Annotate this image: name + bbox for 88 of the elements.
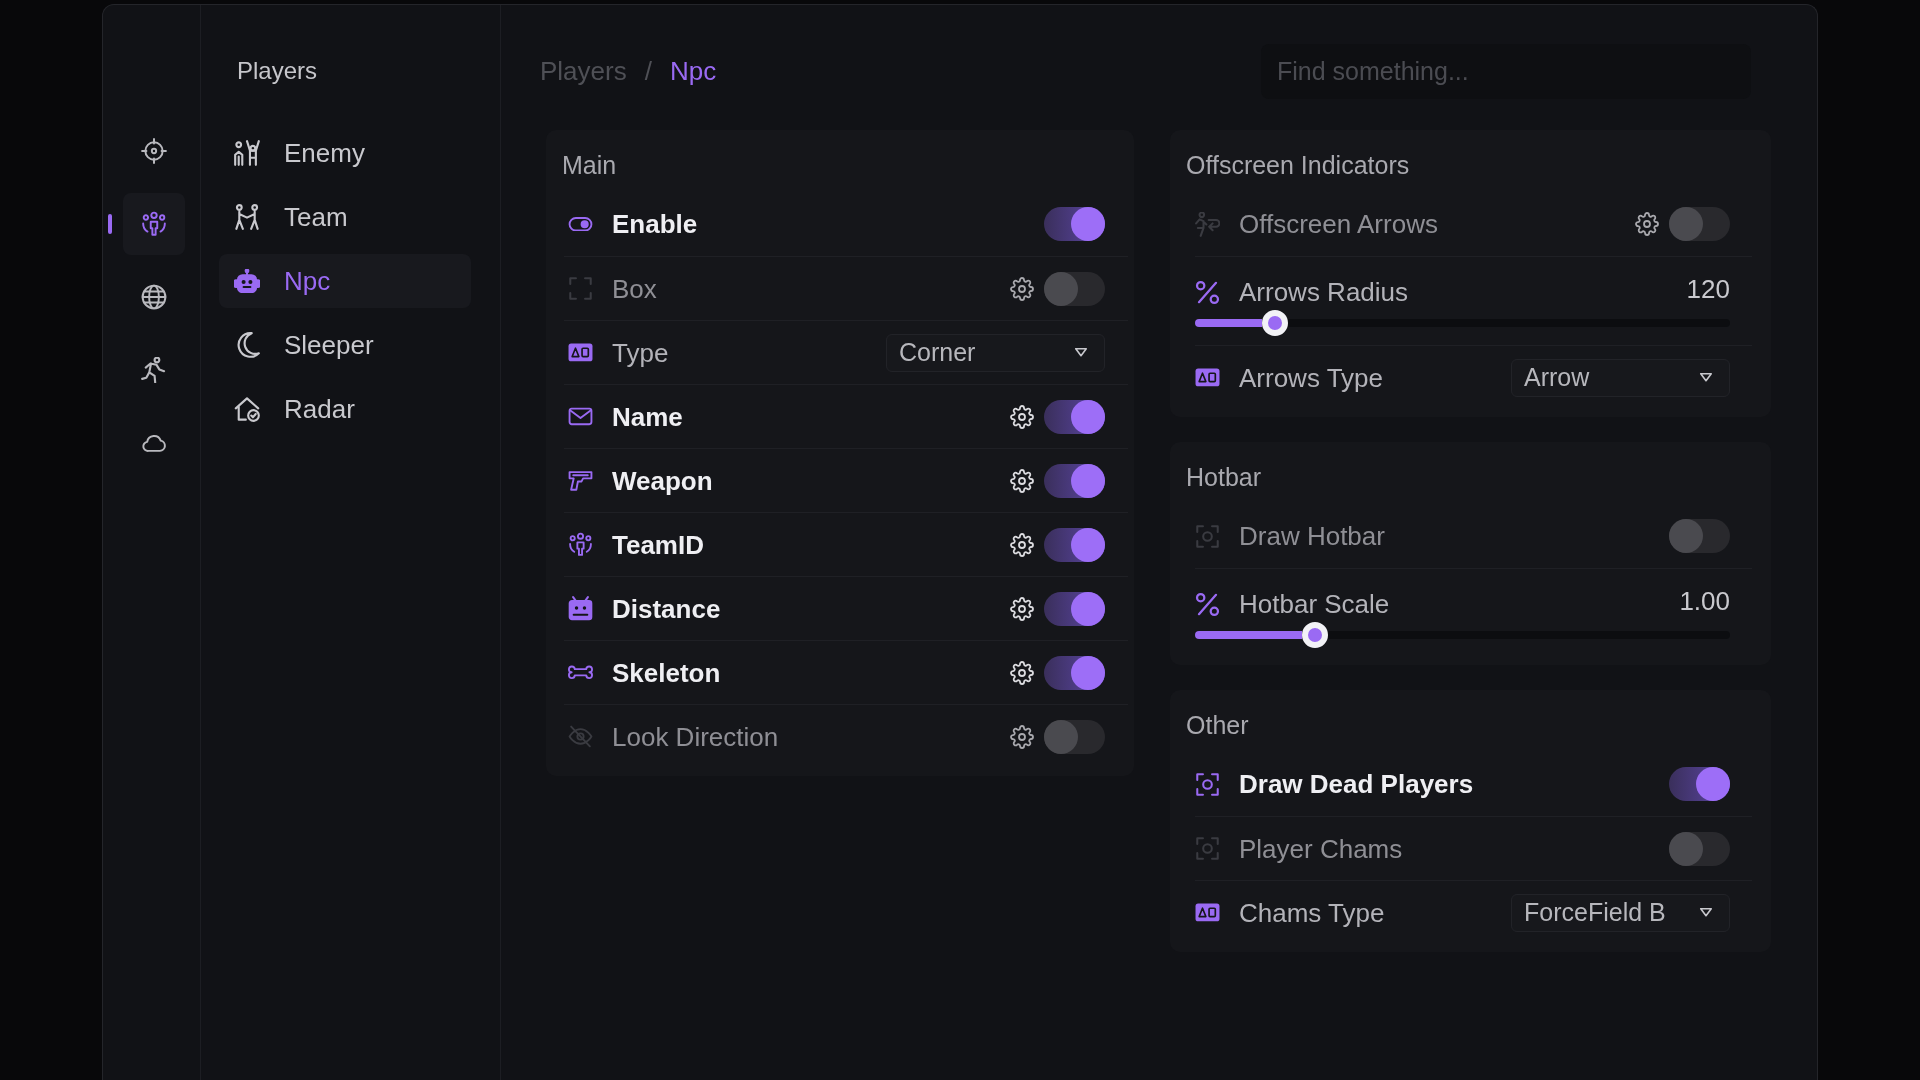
setting-label: Type (612, 337, 669, 368)
search-field[interactable]: Find something... (1261, 44, 1751, 99)
percent-icon (1195, 279, 1220, 305)
toggle-switch[interactable] (1044, 591, 1105, 626)
focus-frame-icon (1195, 836, 1220, 861)
label-card-icon (568, 343, 593, 362)
globe-icon (141, 284, 167, 310)
slider-value: 1.00 (1679, 586, 1730, 616)
two-people-icon (234, 204, 260, 230)
toggle-switch[interactable] (1044, 527, 1105, 562)
focus-frame-icon (1195, 771, 1220, 797)
house-check-icon (234, 396, 260, 422)
toggle-switch[interactable] (1044, 399, 1105, 434)
settings-icon[interactable] (1010, 724, 1034, 749)
section-title: Other (1186, 710, 1250, 740)
focus-frame-icon (1195, 523, 1220, 549)
settings-icon[interactable] (1010, 404, 1034, 429)
tv-icon (568, 596, 593, 621)
section-title: Hotbar (1186, 462, 1263, 492)
section-title: Main (562, 150, 618, 180)
eye-slash-icon (568, 725, 593, 748)
breadcrumb-separator: / (644, 56, 652, 87)
slider-value: 120 (1686, 274, 1730, 304)
caret-icon (1074, 347, 1088, 358)
setting-label: Player Chams (1239, 833, 1403, 864)
toggle-switch[interactable] (1669, 519, 1730, 553)
people-group-icon (141, 211, 167, 237)
setting-label: Look Direction (612, 721, 779, 752)
caret-icon (1699, 372, 1713, 383)
label-card-icon (1195, 903, 1220, 922)
moon-icon (234, 332, 260, 358)
setting-label: Chams Type (1239, 897, 1385, 928)
breadcrumb-current[interactable]: Npc (669, 56, 717, 87)
setting-label: Arrows Type (1239, 362, 1383, 393)
settings-icon[interactable] (1635, 212, 1659, 236)
setting-label: Hotbar Scale (1239, 589, 1390, 619)
dropdown[interactable]: Corner (886, 333, 1105, 372)
setting-label: Distance (612, 593, 721, 624)
caret-icon (1699, 907, 1713, 918)
toggle-switch[interactable] (1669, 831, 1730, 866)
toggle-switch[interactable] (1044, 207, 1105, 241)
setting-label: TeamID (612, 529, 704, 560)
rail-tab[interactable] (123, 193, 185, 255)
people-group-icon (568, 532, 593, 557)
toggle-switch[interactable] (1044, 463, 1105, 498)
setting-label: Name (612, 401, 683, 432)
corner-frame-icon (568, 276, 593, 301)
pistol-icon (568, 470, 593, 491)
nav-item[interactable]: Sleeper (219, 318, 471, 372)
envelope-icon (568, 407, 593, 426)
slider-thumb[interactable] (1262, 310, 1289, 336)
dropdown[interactable]: ForceField B (1511, 893, 1730, 932)
nav-item[interactable]: Radar (219, 382, 471, 436)
section-title: Offscreen Indicators (1186, 150, 1411, 180)
slider-thumb[interactable] (1302, 622, 1329, 648)
setting-label: Weapon (612, 465, 713, 496)
settings-icon[interactable] (1010, 468, 1034, 493)
nav-item[interactable]: Enemy (219, 126, 471, 180)
setting-label: Box (612, 273, 657, 304)
running-person-icon (141, 357, 167, 383)
dropdown[interactable]: Arrow (1511, 358, 1730, 397)
people-arms-raised-icon (234, 140, 260, 166)
toggle-switch[interactable] (1669, 207, 1730, 241)
nav-item[interactable]: Team (219, 190, 471, 244)
settings-icon[interactable] (1010, 660, 1034, 685)
setting-label: Enable (612, 209, 698, 239)
nav-title: Players (237, 56, 319, 86)
nav-item[interactable]: Npc (219, 254, 471, 308)
setting-label: Draw Hotbar (1239, 521, 1385, 551)
setting-label: Arrows Radius (1239, 277, 1409, 307)
crosshair-icon (141, 138, 167, 164)
toggle-switch[interactable] (1669, 767, 1730, 801)
setting-label: Offscreen Arrows (1239, 209, 1438, 239)
bone-icon (568, 665, 593, 680)
setting-label: Draw Dead Players (1239, 769, 1474, 799)
toggle-switch[interactable] (1044, 271, 1105, 306)
setting-label: Skeleton (612, 657, 721, 688)
settings-icon[interactable] (1010, 276, 1034, 301)
percent-icon (1195, 591, 1220, 617)
label-card-icon (1195, 368, 1220, 387)
robot-icon (234, 269, 260, 293)
toggle-switch[interactable] (1044, 655, 1105, 690)
toggle-switch[interactable] (1044, 719, 1105, 754)
toggle-icon (568, 216, 593, 232)
cloud-icon (141, 433, 167, 453)
settings-icon[interactable] (1010, 532, 1034, 557)
runner-arrow-icon (1195, 211, 1220, 237)
settings-icon[interactable] (1010, 596, 1034, 621)
